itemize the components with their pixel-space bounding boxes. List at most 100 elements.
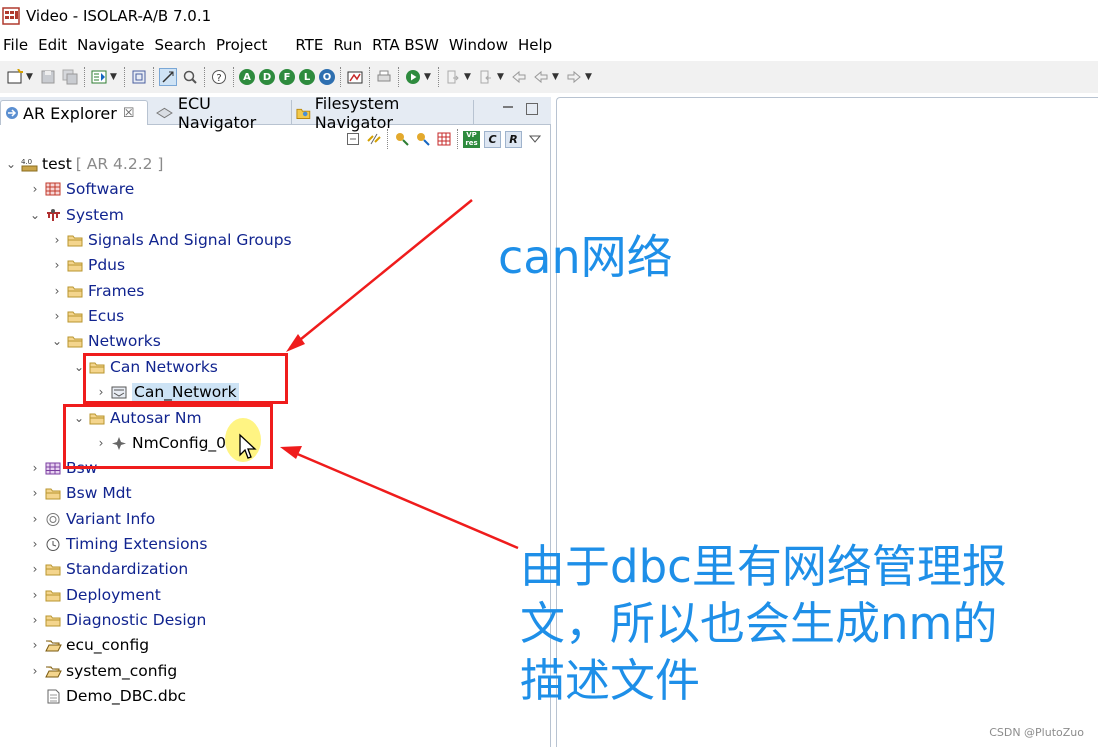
toolbar-separator (84, 67, 85, 87)
tab-ecu-navigator[interactable]: ECU Navigator (152, 94, 292, 132)
collapse-all-icon[interactable] (344, 131, 361, 148)
grid-icon[interactable] (435, 131, 452, 148)
new-dropdown-icon[interactable]: ▼ (26, 72, 34, 82)
menu-rte[interactable]: RTE (290, 33, 328, 57)
tree-item-standardization[interactable]: › Standardization (29, 558, 189, 580)
vp-res-icon[interactable]: VP res (463, 130, 480, 148)
tree-label: test (42, 155, 72, 173)
zoom-icon[interactable] (181, 68, 199, 86)
next-annotation-dropdown-icon[interactable]: ▼ (464, 72, 472, 82)
next-annotation-icon[interactable] (444, 68, 462, 86)
run-dropdown-icon[interactable]: ▼ (424, 72, 432, 82)
menu-navigate[interactable]: Navigate (72, 33, 149, 57)
menu-project[interactable]: Project (211, 33, 272, 57)
minimize-view-icon[interactable] (502, 103, 514, 115)
new-file-icon[interactable] (6, 68, 24, 86)
chevron-right-icon[interactable]: › (51, 309, 63, 323)
link-with-editor-icon[interactable] (365, 131, 382, 148)
build-icon[interactable] (90, 68, 108, 86)
chevron-right-icon[interactable]: › (29, 664, 41, 678)
tree-item-diagnostic-design[interactable]: › Diagnostic Design (29, 609, 207, 631)
tree-item-pdus[interactable]: › Pdus (51, 254, 126, 276)
filter-options-icon[interactable] (414, 131, 431, 148)
previous-annotation-icon[interactable] (477, 68, 495, 86)
menu-rta-bsw[interactable]: RTA BSW (367, 33, 444, 57)
r-tool-icon[interactable]: R (505, 130, 522, 148)
save-all-icon[interactable] (61, 68, 79, 86)
tree-item-ecus[interactable]: › Ecus (51, 305, 125, 327)
last-edit-icon[interactable] (510, 68, 528, 86)
software-icon (45, 182, 61, 195)
chevron-down-icon[interactable]: ⌄ (29, 208, 41, 222)
tree-item-timing-extensions[interactable]: › Timing Extensions (29, 533, 208, 555)
build-dropdown-icon[interactable]: ▼ (110, 72, 118, 82)
run-icon[interactable] (404, 68, 422, 86)
tree-item-deployment[interactable]: › Deployment (29, 584, 161, 606)
chevron-right-icon[interactable]: › (29, 537, 41, 551)
toolbar-d-icon[interactable]: D (259, 69, 275, 85)
tree-item-demo-dbc[interactable]: Demo_DBC.dbc (45, 685, 186, 707)
print-icon[interactable] (375, 68, 393, 86)
menu-search[interactable]: Search (149, 33, 211, 57)
chevron-down-icon[interactable]: ⌄ (51, 334, 63, 348)
chevron-right-icon[interactable]: › (29, 182, 41, 196)
menu-edit[interactable]: Edit (33, 33, 72, 57)
tree-item-test[interactable]: ⌄ 4.0 test [ AR 4.2.2 ] (5, 153, 164, 175)
chevron-right-icon[interactable]: › (51, 233, 63, 247)
forward-dropdown-icon[interactable]: ▼ (585, 72, 593, 82)
generate-icon[interactable] (346, 68, 364, 86)
back-dropdown-icon[interactable]: ▼ (552, 72, 560, 82)
view-toolbar-separator (387, 129, 388, 149)
tree-item-ecu-config[interactable]: › ecu_config (29, 634, 149, 656)
toolbar-a-icon[interactable]: A (239, 69, 255, 85)
project-icon: 4.0 (21, 158, 38, 171)
tree-item-networks[interactable]: ⌄ Networks (51, 330, 161, 352)
toolbar-f-icon[interactable]: F (279, 69, 295, 85)
tree-label: Ecus (88, 307, 125, 325)
menu-window[interactable]: Window (444, 33, 513, 57)
toolbar-separator (124, 67, 125, 87)
tab-filesystem-navigator[interactable]: Filesystem Navigator (292, 94, 474, 132)
chevron-right-icon[interactable]: › (29, 588, 41, 602)
chevron-right-icon[interactable]: › (51, 258, 63, 272)
chevron-down-icon[interactable]: ⌄ (5, 157, 17, 171)
connector-tool-icon[interactable] (159, 68, 177, 86)
chevron-right-icon[interactable]: › (29, 562, 41, 576)
forward-icon[interactable] (565, 68, 583, 86)
tree-item-signals-and-signal-groups[interactable]: › Signals And Signal Groups (51, 229, 292, 251)
chevron-right-icon[interactable]: › (29, 512, 41, 526)
back-icon[interactable] (532, 68, 550, 86)
view-menu-icon[interactable] (526, 131, 543, 148)
tree-item-variant-info[interactable]: › Variant Info (29, 508, 156, 530)
toolbar-l-icon[interactable]: L (299, 69, 315, 85)
toolbar-separator (398, 67, 399, 87)
tree-item-system[interactable]: ⌄ System (29, 204, 124, 226)
chevron-right-icon[interactable]: › (29, 486, 41, 500)
tree-label: Demo_DBC.dbc (66, 687, 187, 705)
help-icon[interactable]: ? (210, 68, 228, 86)
tree-item-system-config[interactable]: › system_config (29, 660, 178, 682)
tree-label: Deployment (66, 586, 161, 604)
close-tab-icon[interactable]: ☒ (123, 106, 135, 121)
chevron-right-icon[interactable]: › (29, 461, 41, 475)
tree-item-bsw-mdt[interactable]: › Bsw Mdt (29, 482, 132, 504)
tree-label: ecu_config (66, 636, 150, 654)
menu-help[interactable]: Help (513, 33, 557, 57)
tab-ar-explorer[interactable]: AR Explorer ☒ (0, 100, 148, 125)
component-icon[interactable] (130, 68, 148, 86)
ar-explorer-icon (6, 107, 18, 119)
previous-annotation-dropdown-icon[interactable]: ▼ (497, 72, 505, 82)
tree-item-software[interactable]: › Software (29, 178, 135, 200)
tree-item-frames[interactable]: › Frames (51, 280, 145, 302)
save-icon[interactable] (39, 68, 57, 86)
toolbar-o-icon[interactable]: O (319, 69, 335, 85)
filter-icon[interactable] (393, 131, 410, 148)
chevron-right-icon[interactable]: › (51, 284, 63, 298)
maximize-view-icon[interactable] (526, 103, 538, 115)
chevron-right-icon[interactable]: › (29, 613, 41, 627)
menu-file[interactable]: File (0, 33, 33, 57)
menu-run[interactable]: Run (328, 33, 367, 57)
folder-icon (67, 286, 83, 297)
c-tool-icon[interactable]: C (484, 130, 501, 148)
chevron-right-icon[interactable]: › (29, 638, 41, 652)
